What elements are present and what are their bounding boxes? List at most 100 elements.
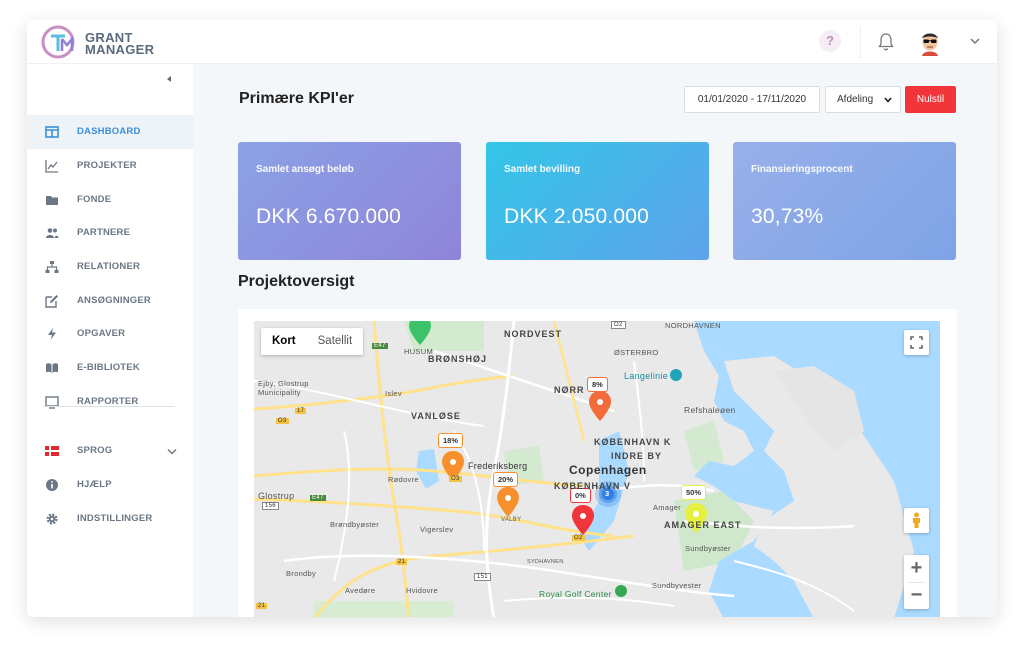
sidebar-item-hjaelp[interactable]: HJÆLP (27, 468, 193, 502)
map-label: AMAGER EAST (664, 520, 742, 530)
topbar-divider (860, 26, 861, 58)
sidebar-item-label: HJÆLP (77, 479, 112, 490)
sidebar-item-label: SPROG (77, 445, 113, 456)
sidebar-item-label: PARTNERE (77, 227, 131, 238)
road-shield: 156 (262, 502, 279, 510)
zoom-controls: + − (904, 555, 929, 609)
danish-flag-icon (45, 446, 59, 456)
sidebar-item-indstillinger[interactable]: INDSTILLINGER (27, 502, 193, 536)
sidebar-item-label: ANSØGNINGER (77, 295, 151, 306)
road-shield: O2 (572, 535, 585, 541)
sidebar-item-rapporter[interactable]: RAPPORTER (27, 385, 193, 419)
map-label: NORDVEST (504, 329, 563, 339)
map-label: Brondby (286, 569, 317, 578)
section-title: Projektoversigt (238, 273, 355, 290)
folder-icon (46, 196, 58, 205)
map-label: Hvidovre (406, 586, 438, 595)
sidebar-item-projekter[interactable]: PROJEKTER (27, 149, 193, 183)
app-window: GRANT MANAGER ? DASHBOARD PROJEKTER FOND… (27, 20, 997, 617)
attraction-icon (670, 369, 682, 381)
map-label: NORDHAVNEN (665, 321, 721, 330)
sidebar-item-dashboard[interactable]: DASHBOARD (27, 115, 193, 149)
map-label: VANLØSE (411, 411, 461, 421)
map-label: Islev (385, 389, 402, 398)
map-type-map-button[interactable]: Kort (261, 328, 307, 355)
kpi-label: Finansieringsprocent (751, 164, 853, 175)
map-label: Vigerslev (420, 525, 454, 534)
logo-text: GRANT MANAGER (85, 31, 154, 56)
bell-icon[interactable] (876, 31, 896, 53)
road-shield: 151 (474, 573, 491, 581)
map-label: Municipality (258, 388, 301, 397)
pegman-icon (913, 512, 920, 528)
map-type-toggle: Kort Satellit (261, 328, 364, 355)
map-label: BRØNSHØJ (428, 354, 488, 364)
book-icon (46, 363, 58, 373)
zoom-in-button[interactable]: + (904, 555, 929, 582)
users-icon (46, 228, 59, 238)
map-label: Royal Golf Center (539, 589, 612, 599)
road-shield: 17 (295, 408, 307, 414)
map-label: Refshaleøen (684, 405, 736, 415)
road-shield: O3 (449, 476, 462, 482)
help-icon[interactable]: ? (819, 30, 841, 52)
road-shield: O2 (611, 321, 626, 329)
kpi-label: Samlet bevilling (504, 164, 581, 175)
dashboard-icon (45, 126, 59, 138)
sidebar-item-opgaver[interactable]: OPGAVER (27, 317, 193, 351)
sidebar-divider (43, 406, 175, 407)
marker-pct-label: 8% (587, 377, 608, 392)
gear-icon (46, 513, 58, 525)
map-label: INDRE BY (611, 451, 663, 461)
map-label: Copenhagen (569, 463, 647, 477)
sidebar-item-fonde[interactable]: FONDE (27, 183, 193, 217)
sidebar-item-sprog[interactable]: SPROG (27, 434, 193, 468)
map-label: ØSTERBRO (614, 348, 659, 357)
fullscreen-button[interactable] (904, 330, 929, 355)
road-shield: E47 (372, 343, 388, 349)
map-label: Glostrup (258, 491, 295, 501)
sidebar-item-label: E-BIBLIOTEK (77, 362, 140, 373)
reset-button[interactable]: Nulstil (905, 86, 956, 113)
sidebar-item-relationer[interactable]: RELATIONER (27, 250, 193, 284)
road-shield: 21 (396, 559, 408, 565)
map-label: Brøndbyøster (330, 520, 380, 529)
map-label: Frederiksberg (468, 461, 528, 471)
fullscreen-icon (910, 336, 923, 349)
zoom-out-button[interactable]: − (904, 582, 929, 609)
street-view-button[interactable] (904, 508, 929, 533)
kpi-label: Samlet ansøgt beløb (256, 164, 354, 175)
kpi-value: 30,73% (751, 205, 824, 228)
sitemap-icon (45, 261, 59, 273)
sidebar-item-label: RELATIONER (77, 261, 141, 272)
collapse-sidebar-icon[interactable] (165, 75, 173, 83)
map-label: Ejby, Glostrup (258, 379, 309, 388)
map-label: NØRR (554, 385, 585, 395)
zoom-divider (908, 582, 925, 583)
map-label: KØBENHAVN K (594, 437, 672, 447)
logo[interactable]: GRANT MANAGER (41, 25, 201, 59)
map-label: Sundbyøster (685, 544, 731, 553)
golf-icon (615, 585, 627, 597)
sidebar-item-partnere[interactable]: PARTNERE (27, 216, 193, 250)
road-shield: 21 (256, 603, 268, 609)
sidebar-item-ansogninger[interactable]: ANSØGNINGER (27, 284, 193, 318)
marker-pct-label: 18% (438, 433, 464, 448)
edit-icon (45, 295, 58, 308)
sidebar-item-e-bibliotek[interactable]: E-BIBLIOTEK (27, 351, 193, 385)
project-map[interactable]: 3 8% 18% 20% 0% 50% NORDVEST BRØNSHØJ HU… (254, 321, 940, 617)
map-type-satellite-button[interactable]: Satellit (307, 328, 364, 355)
kpi-card-funding-percentage: Finansieringsprocent 30,73% (733, 142, 956, 260)
logo-mark-icon (41, 25, 75, 59)
chevron-down-icon (167, 449, 177, 455)
sidebar-item-label: PROJEKTER (77, 160, 137, 171)
sidebar-item-label: DASHBOARD (77, 126, 141, 137)
map-label: KØBENHAVN V (554, 481, 631, 491)
department-select[interactable]: Afdeling (825, 86, 901, 113)
bolt-icon (48, 328, 56, 340)
department-select-value: Afdeling (837, 94, 874, 105)
chart-line-icon (45, 160, 58, 173)
avatar[interactable] (916, 28, 944, 56)
date-range-picker[interactable]: 01/01/2020 - 17/11/2020 (684, 86, 820, 113)
chevron-down-icon[interactable] (969, 36, 981, 46)
